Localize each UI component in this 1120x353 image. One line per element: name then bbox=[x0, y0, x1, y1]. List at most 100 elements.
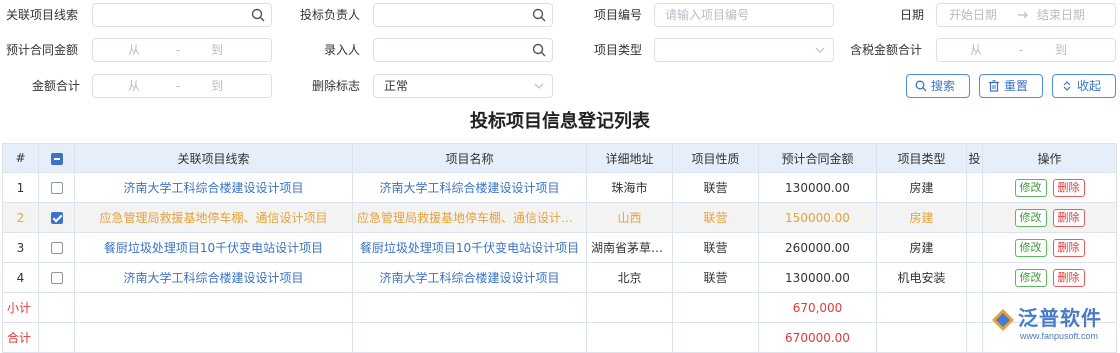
row-index: 1 bbox=[2, 172, 39, 203]
row-amount: 130000.00 bbox=[758, 262, 877, 293]
delete-button[interactable]: 删除 bbox=[1052, 178, 1085, 197]
amount-total-range[interactable]: 从 - 到 bbox=[92, 74, 272, 98]
delete-button[interactable]: 删除 bbox=[1052, 208, 1085, 227]
row-address: 山西 bbox=[586, 202, 673, 233]
tax-amount-total-range[interactable]: 从 - 到 bbox=[936, 38, 1116, 62]
fanpu-logo-icon bbox=[992, 309, 1014, 331]
table-row[interactable]: 2 应急管理局救援基地停车棚、通信设计项目 应急管理局救援基地停车棚、通信设计项… bbox=[2, 202, 1117, 233]
project-type-select[interactable] bbox=[654, 38, 834, 62]
row-checkbox[interactable] bbox=[50, 182, 63, 194]
fanpu-logo: 泛普软件 www.fanpusoft.com bbox=[990, 305, 1112, 345]
date-start[interactable]: 开始日期 bbox=[949, 4, 997, 26]
row-name-link[interactable]: 济南大学工科综合楼建设设计项目 bbox=[352, 262, 587, 293]
amount-total-label: 金额合计 bbox=[32, 79, 81, 93]
est-contract-amount-range[interactable]: 从 - 到 bbox=[92, 38, 272, 62]
row-name-link[interactable]: 济南大学工科综合楼建设设计项目 bbox=[352, 172, 587, 203]
row-amount: 150000.00 bbox=[758, 202, 877, 233]
row-type: 机电安装 bbox=[876, 262, 967, 293]
bid-owner-label: 投标负责人 bbox=[300, 8, 361, 22]
row-address: 北京 bbox=[586, 262, 673, 293]
col-address[interactable]: 详细地址 bbox=[586, 143, 673, 173]
arrow-right-icon bbox=[1018, 11, 1028, 19]
range-from[interactable]: 从 bbox=[128, 75, 140, 97]
row-address: 湖南省茅草街洞庭湖 bbox=[586, 232, 673, 263]
tax-amount-total-label: 含税金额合计 bbox=[850, 43, 923, 57]
chevron-down-icon bbox=[815, 47, 825, 53]
row-lead-link[interactable]: 济南大学工科综合楼建设设计项目 bbox=[74, 172, 353, 203]
reset-button[interactable]: 重置 bbox=[979, 74, 1043, 98]
range-from[interactable]: 从 bbox=[128, 39, 140, 61]
project-no-input[interactable]: 请输入项目编号 bbox=[654, 3, 834, 27]
entered-by-input[interactable] bbox=[373, 38, 553, 62]
edit-button[interactable]: 修改 bbox=[1014, 208, 1047, 227]
row-address: 珠海市 bbox=[586, 172, 673, 203]
edit-button[interactable]: 修改 bbox=[1014, 268, 1047, 287]
row-type: 房建 bbox=[876, 172, 967, 203]
range-to[interactable]: 到 bbox=[211, 75, 223, 97]
row-type: 房建 bbox=[876, 202, 967, 233]
total-amount: 670000.00 bbox=[758, 322, 877, 353]
collapse-button[interactable]: 收起 bbox=[1052, 74, 1116, 98]
delete-flag-label: 删除标志 bbox=[312, 79, 361, 93]
col-project-type[interactable]: 项目类型 bbox=[876, 143, 967, 173]
chevron-down-icon bbox=[534, 83, 544, 89]
row-index: 2 bbox=[2, 202, 39, 233]
row-amount: 130000.00 bbox=[758, 172, 877, 203]
delete-button[interactable]: 删除 bbox=[1052, 268, 1085, 287]
select-all-checkbox[interactable] bbox=[50, 152, 63, 165]
logo-url: www.fanpusoft.com bbox=[1020, 331, 1099, 341]
edit-button[interactable]: 修改 bbox=[1014, 178, 1047, 197]
col-nature[interactable]: 项目性质 bbox=[672, 143, 759, 173]
row-lead-link[interactable]: 餐厨垃圾处理项目10千伏变电站设计项目 bbox=[74, 232, 353, 263]
row-index: 4 bbox=[2, 262, 39, 293]
delete-button[interactable]: 删除 bbox=[1052, 238, 1085, 257]
range-to[interactable]: 到 bbox=[211, 39, 223, 61]
project-type-label: 项目类型 bbox=[594, 43, 643, 57]
row-checkbox[interactable] bbox=[50, 272, 63, 284]
delete-flag-select[interactable]: 正常 bbox=[373, 74, 553, 98]
search-icon[interactable] bbox=[532, 43, 546, 57]
total-label: 合计 bbox=[2, 322, 39, 353]
subtotal-row: 小计 670,000 bbox=[2, 292, 1117, 323]
search-button[interactable]: 搜索 bbox=[906, 74, 970, 98]
col-truncated[interactable]: 投 bbox=[966, 143, 983, 173]
subtotal-label: 小计 bbox=[2, 292, 39, 323]
table-row[interactable]: 3 餐厨垃圾处理项目10千伏变电站设计项目 餐厨垃圾处理项目10千伏变电站设计项… bbox=[2, 232, 1117, 263]
edit-button[interactable]: 修改 bbox=[1014, 238, 1047, 257]
page-title: 投标项目信息登记列表 bbox=[470, 111, 650, 132]
bid-owner-input[interactable] bbox=[373, 3, 553, 27]
search-icon[interactable] bbox=[251, 8, 265, 22]
search-icon[interactable] bbox=[532, 8, 546, 22]
select-all-cell[interactable] bbox=[38, 143, 75, 173]
row-nature: 联营 bbox=[672, 202, 759, 233]
row-nature: 联营 bbox=[672, 172, 759, 203]
related-lead-input[interactable] bbox=[92, 3, 272, 27]
total-row: 合计 670000.00 bbox=[2, 322, 1117, 353]
date-range-picker[interactable]: 开始日期 结束日期 bbox=[936, 3, 1116, 27]
row-checkbox[interactable] bbox=[50, 242, 63, 254]
logo-name: 泛普软件 bbox=[1018, 306, 1102, 330]
range-to[interactable]: 到 bbox=[1055, 39, 1067, 61]
row-amount: 260000.00 bbox=[758, 232, 877, 263]
row-index: 3 bbox=[2, 232, 39, 263]
bid-project-table: # 关联项目线索 项目名称 详细地址 项目性质 预计合同金额 项目类型 投 操作… bbox=[2, 143, 1117, 353]
table-header-row: # 关联项目线索 项目名称 详细地址 项目性质 预计合同金额 项目类型 投 操作 bbox=[2, 143, 1117, 173]
related-lead-label: 关联项目线索 bbox=[6, 8, 79, 22]
table-row[interactable]: 4 济南大学工科综合楼建设设计项目 济南大学工科综合楼建设设计项目 北京 联营 … bbox=[2, 262, 1117, 293]
range-from[interactable]: 从 bbox=[970, 39, 982, 61]
row-lead-link[interactable]: 济南大学工科综合楼建设设计项目 bbox=[74, 262, 353, 293]
col-est-amount[interactable]: 预计合同金额 bbox=[758, 143, 877, 173]
col-index: # bbox=[2, 143, 39, 173]
col-project-name[interactable]: 项目名称 bbox=[352, 143, 587, 173]
row-nature: 联营 bbox=[672, 232, 759, 263]
date-label: 日期 bbox=[900, 8, 925, 22]
col-related-lead[interactable]: 关联项目线索 bbox=[74, 143, 353, 173]
row-checkbox[interactable] bbox=[50, 212, 63, 224]
date-end[interactable]: 结束日期 bbox=[1037, 4, 1085, 26]
row-name-link[interactable]: 餐厨垃圾处理项目10千伏变电站设计项目 bbox=[352, 232, 587, 263]
col-operations: 操作 bbox=[982, 143, 1117, 173]
entered-by-label: 录入人 bbox=[324, 43, 361, 57]
row-lead-link[interactable]: 应急管理局救援基地停车棚、通信设计项目 bbox=[74, 202, 353, 233]
row-name-link[interactable]: 应急管理局救援基地停车棚、通信设计项目 bbox=[352, 202, 587, 233]
table-row[interactable]: 1 济南大学工科综合楼建设设计项目 济南大学工科综合楼建设设计项目 珠海市 联营… bbox=[2, 172, 1117, 203]
